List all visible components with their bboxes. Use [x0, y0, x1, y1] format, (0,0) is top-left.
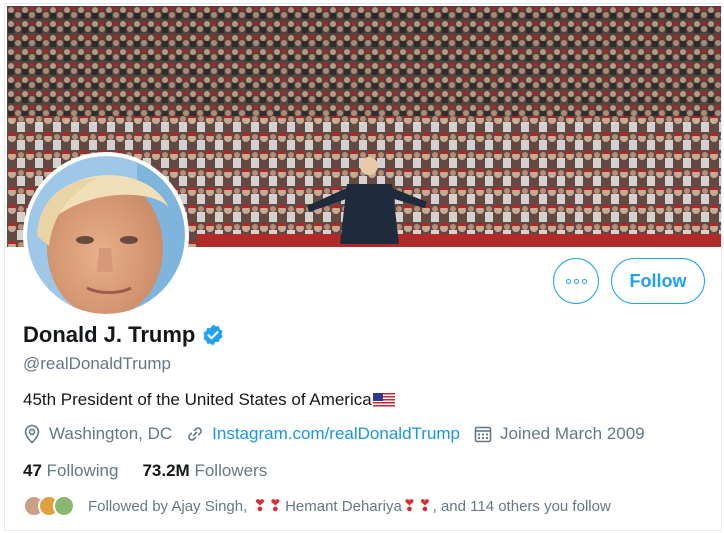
red-heart-icon: ❣ — [268, 498, 283, 515]
location-pin-icon — [24, 424, 40, 444]
followed-by-prefix: Followed by Ajay Singh, — [88, 497, 248, 515]
more-horizontal-icon — [565, 278, 587, 284]
followers-label: Followers — [194, 461, 268, 480]
profile-handle: @realDonaldTrump — [23, 354, 171, 373]
location-text: Washington, DC — [49, 424, 173, 443]
following-label: Following — [46, 461, 119, 480]
profile-meta: Washington, DC Instagram.com/realDonaldT… — [23, 424, 659, 444]
website-link[interactable]: Instagram.com/realDonaldTrump — [212, 424, 460, 444]
red-heart-icon: ❣ — [418, 498, 432, 515]
followers-you-know[interactable]: Followed by Ajay Singh, ❣ ❣ Hemant Dehar… — [23, 495, 611, 517]
red-heart-icon: ❣ — [253, 498, 267, 515]
location-item: Washington, DC — [23, 424, 172, 444]
avatar — [53, 495, 75, 517]
avatar-photo — [27, 156, 185, 314]
calendar-icon — [474, 426, 492, 443]
profile-name-row: Donald J. Trump — [23, 322, 225, 348]
more-options-button[interactable] — [553, 258, 599, 304]
website-item: Instagram.com/realDonaldTrump — [186, 424, 460, 444]
red-heart-icon: ❣ — [402, 498, 417, 515]
joined-item: Joined March 2009 — [474, 424, 645, 444]
following-count-link[interactable]: 47 Following — [23, 461, 118, 481]
profile-avatar[interactable] — [23, 152, 189, 318]
link-icon — [188, 427, 203, 441]
facepile — [23, 495, 75, 517]
profile-name: Donald J. Trump — [23, 322, 196, 347]
bio-text: 45th President of the United States of A… — [23, 390, 372, 409]
follow-button[interactable]: Follow — [611, 258, 705, 304]
followed-by-second-name: Hemant Dehariya — [285, 497, 402, 515]
joined-text: Joined March 2009 — [500, 424, 645, 443]
following-count: 47 — [23, 461, 42, 480]
profile-bio: 45th President of the United States of A… — [23, 390, 395, 410]
profile-card: Follow Donald J. Trump @realDonaldTrump … — [4, 3, 722, 531]
followers-count: 73.2M — [142, 461, 190, 480]
verified-badge-icon — [203, 324, 223, 346]
follow-counts: 47 Following 73.2M Followers — [23, 461, 291, 481]
us-flag-icon — [372, 392, 395, 408]
followed-by-suffix: , and 114 others you follow — [432, 497, 611, 515]
followers-count-link[interactable]: 73.2M Followers — [142, 461, 267, 481]
